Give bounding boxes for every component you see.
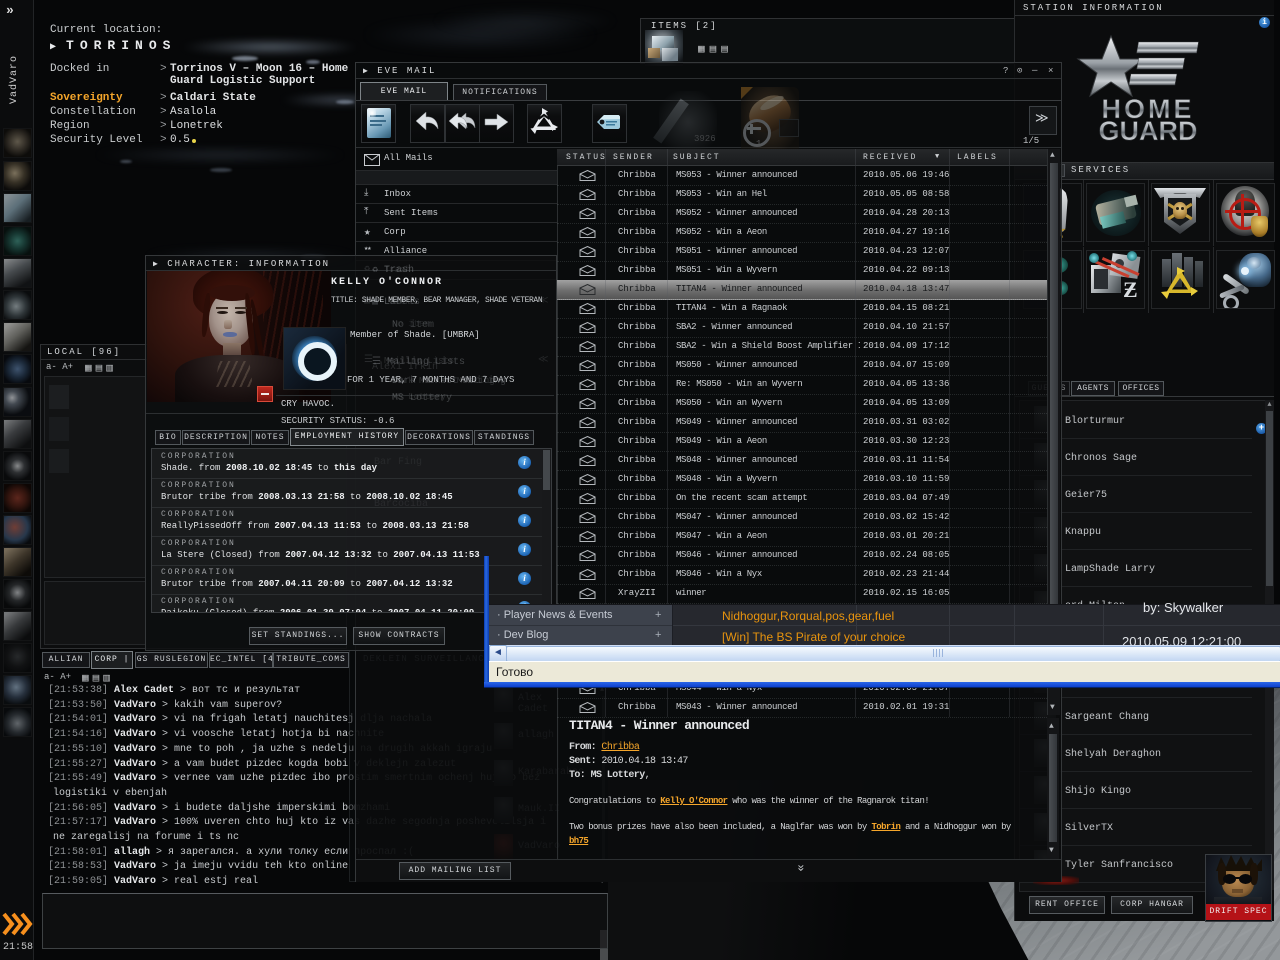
svg-text:GUARD: GUARD [1099,116,1198,146]
